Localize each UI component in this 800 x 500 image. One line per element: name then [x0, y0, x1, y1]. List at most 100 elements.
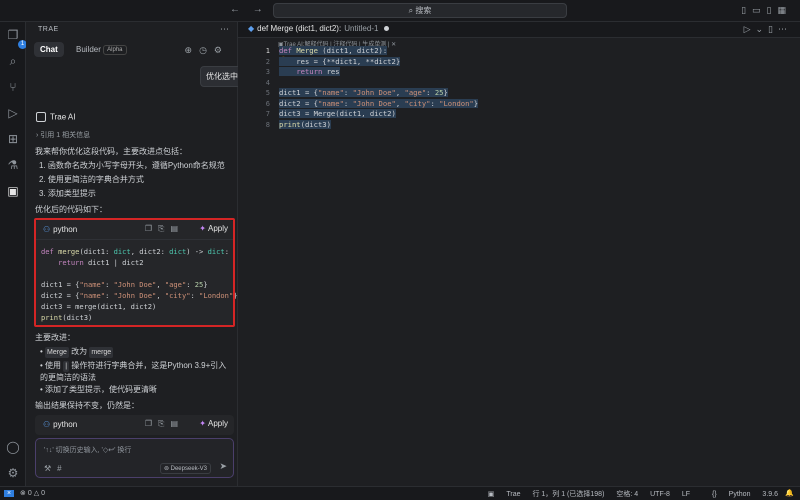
editor-actions: ▷⌄▯⋯	[744, 24, 792, 35]
account-icon[interactable]: ◯	[6, 440, 20, 454]
hash-icon[interactable]: #	[57, 464, 67, 473]
copy-icon[interactable]: ❐	[145, 224, 158, 233]
line-number: 8	[265, 120, 270, 129]
insert-icon[interactable]: ⎘	[158, 419, 170, 428]
reference-toggle[interactable]: › 引用 1 相关信息	[36, 130, 90, 140]
more-icon[interactable]: ⋯	[778, 24, 792, 34]
panel-title: TRAE	[38, 26, 59, 33]
line-number: 1	[265, 47, 270, 55]
back-arrow-icon[interactable]: ←	[230, 4, 240, 15]
chat-input-placeholder: '↑↓' 切换历史输入, '◇↩' 换行	[44, 447, 132, 454]
code-editor: ◆ def Merge (dict1, dict2): Untitled-1 ▷⌄▯…	[238, 22, 800, 486]
extensions-icon[interactable]: ⊞	[6, 132, 20, 146]
apply-button[interactable]: ✦ Apply	[199, 419, 228, 428]
sparkle-icon: ✦	[199, 419, 206, 428]
insert-icon[interactable]: ⎘	[158, 224, 170, 233]
command-search-box[interactable]: ⌕ 搜索	[273, 3, 567, 18]
editor-tab[interactable]: ◆ def Merge (dict1, dict2): Untitled-1	[248, 24, 390, 33]
editor-tab-title: def Merge (dict1, dict2):	[257, 24, 342, 33]
list-item: 3. 添加类型提示	[39, 189, 96, 198]
chat-settings-icon[interactable]: ⚙	[214, 45, 229, 55]
error-count: 0	[27, 490, 32, 497]
status-language[interactable]: {} Python	[702, 491, 750, 498]
search-label: 搜索	[415, 6, 432, 15]
run-icon[interactable]: ▷	[744, 24, 756, 34]
message-intro: 我来帮你优化这段代码，主要改进点包括：	[35, 147, 187, 156]
layout-controls: ▯▭▯▦	[741, 5, 792, 16]
assistant-header: Trae AI	[36, 112, 76, 122]
status-eol[interactable]: LF	[682, 491, 690, 498]
notifications-bell-icon[interactable]: 🔔	[785, 489, 794, 497]
apply-label: Apply	[207, 224, 228, 233]
status-encoding[interactable]: UTF-8	[650, 491, 670, 498]
result-label: 输出结果保持不变，仍然是：	[35, 401, 139, 410]
tab-builder[interactable]: Builder Alpha	[70, 42, 133, 58]
toggle-secondary-icon[interactable]: ▯	[767, 5, 778, 15]
line-number: 7	[265, 110, 270, 118]
code-language: ⚇ python	[43, 225, 77, 234]
line-number: 4	[265, 78, 270, 87]
assistant-name: Trae AI	[50, 112, 76, 122]
unsaved-dot-icon	[384, 26, 390, 32]
chat-input-box[interactable]: '↑↓' 切换历史输入, '◇↩' 换行 ⚒# ⊚ Deepseek-V3 ➤	[35, 438, 234, 478]
reference-label: 引用 1 相关信息	[40, 132, 91, 139]
line-number: 2	[265, 57, 270, 66]
optimized-label: 优化后的代码如下：	[35, 205, 107, 214]
chat-actions: ⊕◷⚙	[185, 45, 229, 56]
code-language: ⚇ python	[43, 420, 77, 429]
line-number: 6	[265, 99, 270, 108]
more-options-icon[interactable]: ⋯	[220, 24, 229, 35]
status-language-label: Python	[728, 491, 751, 498]
toggle-panel-icon[interactable]: ▭	[752, 5, 767, 15]
code-block-header: ⚇ python ❐⎘▤ ✦ Apply	[35, 415, 234, 435]
apply-button[interactable]: ✦ Apply	[199, 224, 228, 233]
code-chip: |	[63, 361, 70, 372]
code-chip: merge	[89, 347, 114, 358]
list-item: • 使用 | 操作符进行字典合并，这是Python 3.9+引入的更简洁的语法	[40, 361, 227, 382]
code-block: ⚇ python ❐⎘▤ ✦ Apply def merge(dict1: dict…	[35, 220, 238, 325]
status-problems[interactable]: × ⊗ 0 △ 0	[4, 489, 45, 497]
status-spaces[interactable]: 空格: 4	[616, 491, 638, 498]
editor-tab-file: Untitled-1	[344, 24, 379, 33]
model-icon: ⊚	[163, 466, 169, 472]
code-language-label: python	[53, 225, 78, 234]
ai-chat-icon[interactable]: ▣	[6, 184, 20, 198]
status-python-version[interactable]: 3.9.6	[762, 491, 778, 498]
chevron-down-icon[interactable]: ⌄	[756, 24, 769, 34]
editor-code[interactable]: def Merge (dict1, dict2): res = {**dict1…	[279, 46, 479, 130]
magic-icon[interactable]: ⚒	[44, 464, 57, 473]
add-file-icon[interactable]: ▤	[170, 419, 184, 428]
status-position[interactable]: 行 1，列 1 (已选择198)	[532, 491, 604, 498]
list-item: 2. 使用更简洁的字典合并方式	[39, 175, 144, 184]
explorer-icon[interactable]: ❐ 1	[6, 28, 27, 49]
activity-bar: ❐ 1 ⌕ ⑂ ▷ ⊞ ⚗ ▣ ◯ ⚙	[0, 22, 27, 486]
testing-icon[interactable]: ⚗	[6, 158, 20, 172]
code-language-label: python	[53, 420, 78, 429]
error-icon: ⊗	[20, 490, 26, 497]
source-control-icon[interactable]: ⑂	[6, 80, 20, 94]
forward-arrow-icon[interactable]: →	[253, 4, 263, 15]
search-icon[interactable]: ⌕	[6, 54, 20, 68]
run-debug-icon[interactable]: ▷	[6, 106, 20, 120]
add-file-icon[interactable]: ▤	[170, 224, 184, 233]
send-icon[interactable]: ➤	[219, 461, 227, 472]
status-trae[interactable]: ▣ Trae	[478, 491, 521, 498]
history-icon[interactable]: ◷	[199, 45, 214, 55]
remote-icon[interactable]: ×	[4, 490, 15, 497]
new-chat-icon[interactable]: ⊕	[185, 45, 200, 55]
code-block: ⚇ python ❐⎘▤ ✦ Apply	[35, 415, 234, 435]
list-item: • 添加了类型提示，使代码更清晰	[40, 385, 158, 394]
tab-chat[interactable]: Chat	[34, 42, 64, 58]
code-tools: ❐⎘▤	[145, 419, 184, 429]
settings-gear-icon[interactable]: ⚙	[6, 466, 20, 480]
code-tools: ❐⎘▤	[145, 224, 184, 234]
copy-icon[interactable]: ❐	[145, 419, 158, 428]
toggle-sidebar-icon[interactable]: ▯	[741, 5, 752, 15]
line-number: 3	[265, 68, 270, 76]
split-editor-icon[interactable]: ▯	[768, 24, 778, 34]
model-selector[interactable]: ⊚ Deepseek-V3	[159, 463, 211, 474]
code-chip: Merge	[45, 347, 69, 358]
customize-layout-icon[interactable]: ▦	[777, 5, 792, 15]
chat-tabs: Chat Builder Alpha	[34, 42, 137, 58]
list-text: 使用	[45, 361, 62, 370]
